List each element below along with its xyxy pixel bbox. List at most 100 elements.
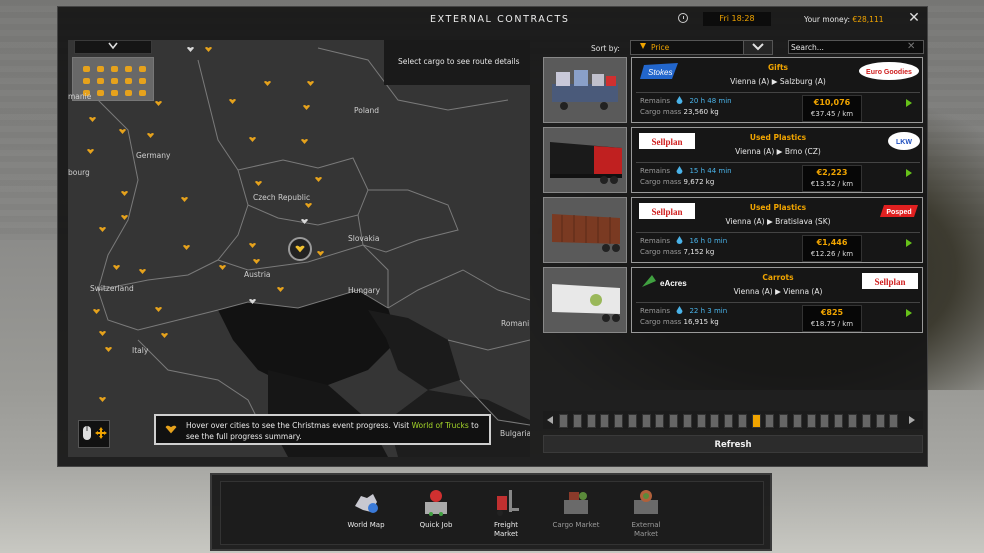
page-cell[interactable] [682, 414, 692, 428]
page-cell[interactable] [724, 414, 734, 428]
page-cell[interactable] [641, 414, 651, 428]
dock-world-map[interactable]: World Map [331, 482, 401, 544]
page-cell[interactable] [779, 414, 789, 428]
city-heart-icon[interactable] [306, 80, 315, 87]
city-heart-icon[interactable] [300, 138, 309, 145]
page-cell[interactable] [820, 414, 830, 428]
city-heart-icon[interactable] [186, 46, 195, 53]
page-cell[interactable] [572, 414, 582, 428]
scroll-left-icon[interactable] [547, 416, 553, 424]
remains-label: Remains [640, 307, 670, 315]
select-job-arrow-icon[interactable] [906, 239, 912, 247]
city-heart-icon[interactable] [138, 268, 147, 275]
city-heart-icon[interactable] [228, 98, 237, 105]
close-icon[interactable]: ✕ [906, 10, 922, 26]
page-cell[interactable] [848, 414, 857, 428]
city-heart-icon[interactable] [112, 264, 121, 271]
city-heart-icon[interactable] [92, 308, 101, 315]
city-heart-icon[interactable] [316, 250, 325, 257]
page-cell[interactable] [600, 414, 610, 428]
map-label-left-edge-2: bourg [68, 168, 90, 177]
city-heart-icon[interactable] [120, 214, 129, 221]
city-heart-icon[interactable] [120, 190, 129, 197]
city-heart-icon[interactable] [300, 218, 309, 225]
city-heart-icon[interactable] [98, 396, 107, 403]
search-clear-icon[interactable]: ✕ [907, 41, 917, 52]
city-heart-icon[interactable] [248, 136, 257, 143]
page-cell[interactable] [710, 414, 720, 428]
city-heart-icon[interactable] [146, 132, 155, 139]
page-cell[interactable] [765, 414, 775, 428]
page-cell[interactable] [655, 414, 665, 428]
city-heart-icon[interactable] [204, 46, 213, 53]
route-map[interactable]: Select cargo to see route details Poland… [68, 40, 530, 457]
page-cell[interactable] [586, 414, 596, 428]
city-heart-icon[interactable] [154, 306, 163, 313]
scroll-right-icon[interactable] [909, 416, 915, 424]
page-cell[interactable] [875, 414, 885, 428]
mass-value: 9,672 kg [683, 178, 715, 186]
select-job-arrow-icon[interactable] [906, 169, 912, 177]
dock-freight-market[interactable]: Freight Market [471, 482, 541, 544]
pay-rate: €13.52 / km [810, 180, 854, 188]
map-controls[interactable] [78, 420, 110, 448]
remains-row: Remains 15 h 44 min [640, 166, 732, 175]
city-heart-icon[interactable] [263, 80, 272, 87]
city-heart-icon[interactable] [88, 116, 97, 123]
city-heart-icon[interactable] [248, 242, 257, 249]
world-of-trucks-link[interactable]: World of Trucks [412, 421, 469, 430]
job-card-1[interactable]: Stokes Euro Goodies Gifts Vienna (A) ▶ S… [543, 57, 923, 123]
city-heart-icon[interactable] [304, 202, 313, 209]
page-cell[interactable] [889, 414, 899, 428]
page-cell[interactable] [669, 414, 679, 428]
city-heart-icon[interactable] [254, 180, 263, 187]
city-heart-icon[interactable] [252, 258, 261, 265]
city-heart-icon[interactable] [98, 330, 107, 337]
page-scroller[interactable] [543, 411, 923, 429]
city-heart-icon[interactable] [218, 264, 227, 271]
pay-value: €10,076 [813, 98, 851, 107]
city-heart-icon[interactable] [118, 128, 127, 135]
city-heart-icon[interactable] [276, 286, 285, 293]
select-job-arrow-icon[interactable] [906, 309, 912, 317]
page-cell[interactable] [627, 414, 637, 428]
dock-external-market[interactable]: External Market [611, 482, 681, 544]
city-heart-icon[interactable] [160, 332, 169, 339]
sort-selected-value: Price [651, 42, 670, 52]
job-card-2[interactable]: Sellplan LKW Used Plastics Vienna (A) ▶ … [543, 127, 923, 193]
pay-box: €1,446 €12.26 / km [802, 235, 862, 262]
city-heart-icon[interactable] [248, 298, 257, 305]
vienna-selected-city[interactable] [288, 237, 312, 261]
legend-parking-icon [83, 78, 90, 84]
city-heart-icon[interactable] [98, 226, 107, 233]
city-heart-icon[interactable] [302, 104, 311, 111]
map-label-germany: Germany [136, 151, 171, 160]
city-heart-icon[interactable] [180, 196, 189, 203]
map-layer-toggle[interactable] [74, 40, 152, 54]
page-cell[interactable] [806, 414, 816, 428]
page-cell[interactable] [834, 414, 844, 428]
page-cell[interactable] [861, 414, 871, 428]
dock-cargo-market[interactable]: Cargo Market [541, 482, 611, 544]
dock-quick-job[interactable]: Quick Job [401, 482, 471, 544]
legend-train-icon [125, 78, 132, 84]
city-heart-icon[interactable] [104, 346, 113, 353]
page-cell[interactable] [751, 414, 761, 428]
page-cell[interactable] [737, 414, 747, 428]
page-cell[interactable] [696, 414, 706, 428]
sort-dropdown-button[interactable] [743, 40, 773, 55]
job-card-3[interactable]: Sellplan Posped Used Plastics Vienna (A)… [543, 197, 923, 263]
city-heart-icon[interactable] [314, 176, 323, 183]
select-job-arrow-icon[interactable] [906, 99, 912, 107]
search-input[interactable] [788, 40, 924, 54]
city-heart-icon[interactable] [154, 100, 163, 107]
refresh-button[interactable]: Refresh [543, 435, 923, 453]
route-origin: Vienna (A) [733, 287, 773, 296]
job-card-4[interactable]: eAcres Sellplan Carrots Vienna (A) ▶ Vie… [543, 267, 923, 333]
page-cell[interactable] [559, 414, 568, 428]
page-cell[interactable] [614, 414, 623, 428]
city-heart-icon[interactable] [86, 148, 95, 155]
page-cell[interactable] [792, 414, 802, 428]
city-heart-icon[interactable] [182, 244, 191, 251]
route-text: Vienna (A) ▶ Vienna (A) [632, 287, 924, 296]
